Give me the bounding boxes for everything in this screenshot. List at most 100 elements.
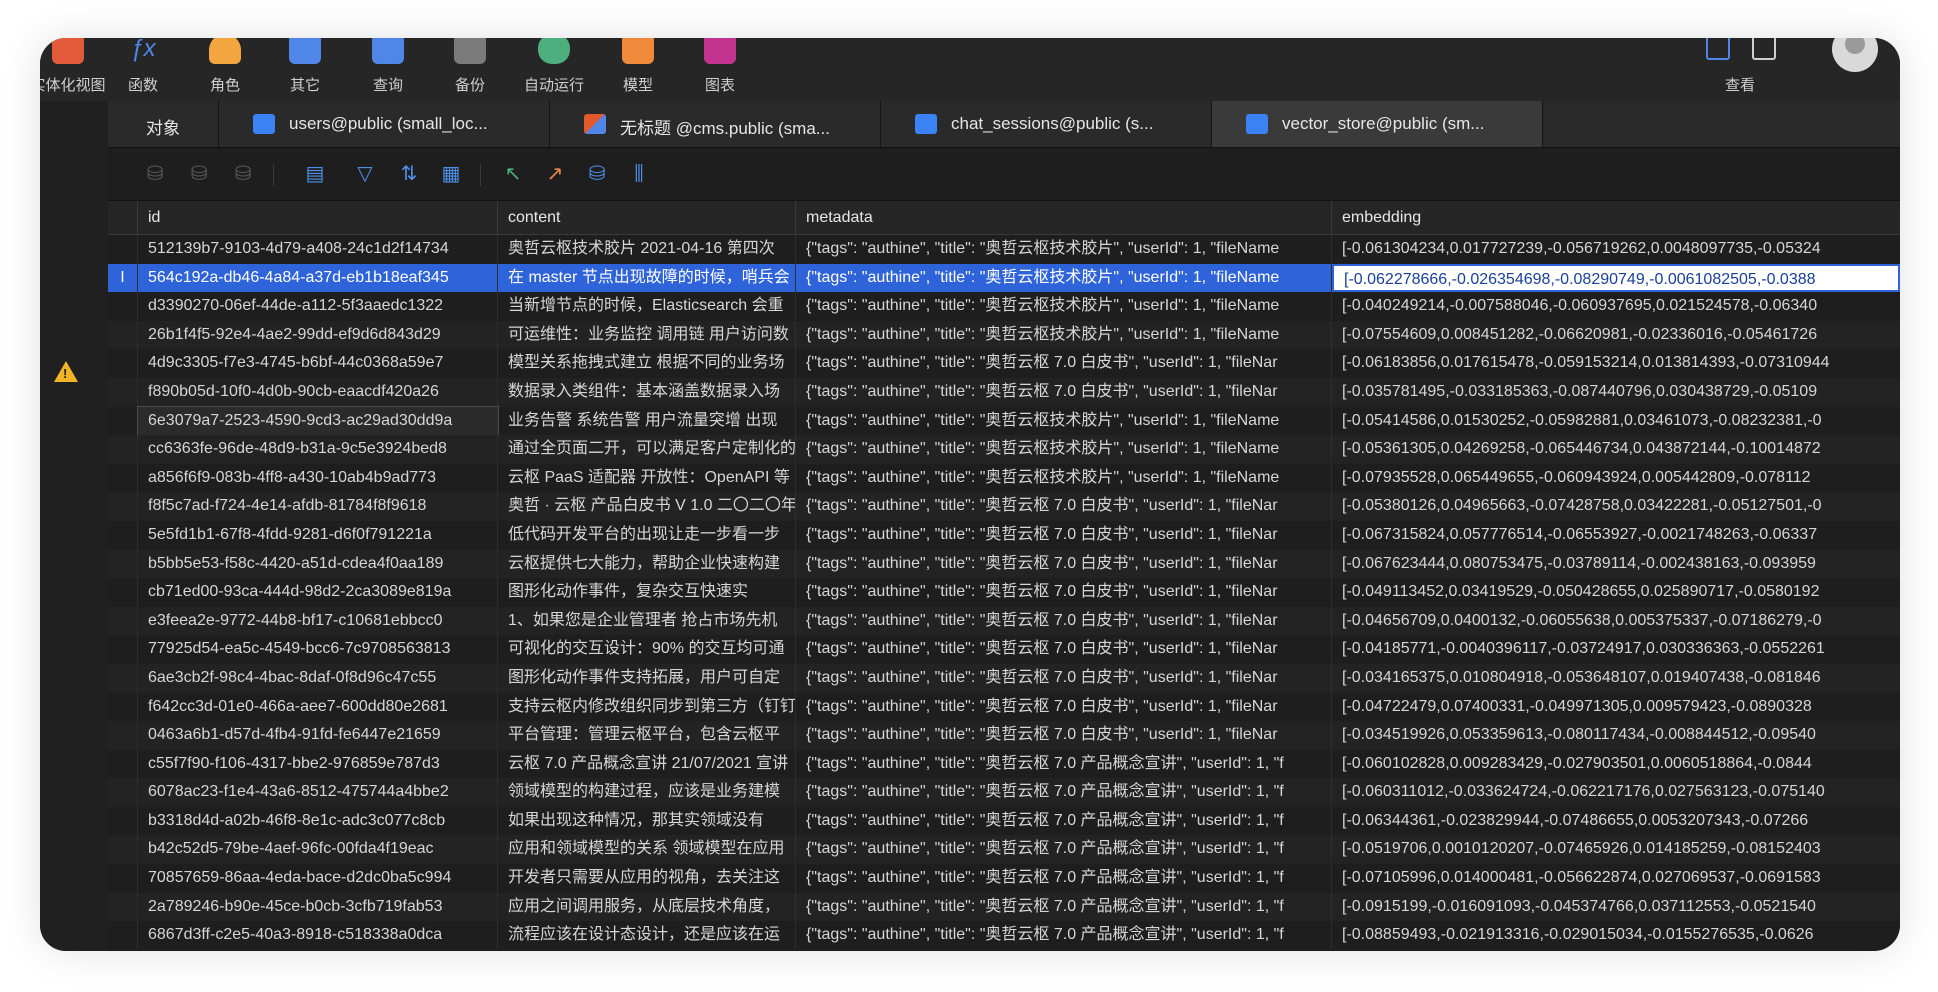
cell-embedding[interactable]: [-0.08859493,-0.021913316,-0.029015034,-… [1332,921,1900,949]
toolbar-view[interactable]: 查看 [1700,38,1780,101]
cell-metadata[interactable]: {"tags": "authine", "title": "奥哲云枢 7.0 白… [796,520,1332,549]
table-row[interactable]: b3318d4d-a02b-46f8-8e1c-adc3c077c8cb 如果出现… [108,806,1900,836]
toolbar-other[interactable]: 其它 [265,38,345,101]
table-row[interactable]: b42c52d5-79be-4aef-96fc-00fda4f19eac 应用和领… [108,835,1900,865]
cell-id[interactable]: b42c52d5-79be-4aef-96fc-00fda4f19eac [138,835,498,864]
cell-metadata[interactable]: {"tags": "authine", "title": "奥哲云枢 7.0 白… [796,692,1332,721]
cell-content[interactable]: 流程应该在设计态设计，还是应该在运 [498,921,796,950]
cell-content[interactable]: 云枢 PaaS 适配器 开放性：OpenAPI 等 [498,463,796,492]
cell-embedding[interactable]: [-0.07935528,0.065449655,-0.060943924,0.… [1332,464,1900,492]
cell-metadata[interactable]: {"tags": "authine", "title": "奥哲云枢 7.0 产… [796,778,1332,807]
cell-content[interactable]: 1、如果您是企业管理者 抢占市场先机 [498,606,796,635]
cell-id[interactable]: 6ae3cb2f-98c4-4bac-8daf-0f8d96c47c55 [138,663,498,692]
cell-id[interactable]: 4d9c3305-f7e3-4745-b6bf-44c0368a59e7 [138,349,498,378]
cell-embedding[interactable]: [-0.060311012,-0.033624724,-0.062217176,… [1332,778,1900,806]
cell-id[interactable]: 0463a6b1-d57d-4fb4-91fd-fe6447e21659 [138,721,498,750]
cell-content[interactable]: 图形化动作事件支持拓展，用户可自定 [498,663,796,692]
toolbar-model[interactable]: 模型 [598,38,678,101]
cell-content[interactable]: 开发者只需要从应用的视角，去关注这 [498,864,796,893]
toolbar-role[interactable]: 角色 [185,38,265,101]
cell-metadata[interactable]: {"tags": "authine", "title": "奥哲云枢 7.0 白… [796,549,1332,578]
cell-embedding[interactable]: [-0.049113452,0.03419529,-0.050428655,0.… [1332,578,1900,606]
table-row[interactable]: 4d9c3305-f7e3-4745-b6bf-44c0368a59e7 模型关系… [108,349,1900,378]
column-header-metadata[interactable]: metadata [796,201,1332,234]
cell-metadata[interactable]: {"tags": "authine", "title": "奥哲云枢 7.0 白… [796,349,1332,378]
table-row[interactable]: 6078ac23-f1e4-43a6-8512-475744a4bbe2 领域模型… [108,778,1900,807]
toolbar-function[interactable]: ƒx 函数 [103,38,183,101]
filter-icon[interactable]: ▽ [352,162,378,186]
cell-metadata[interactable]: {"tags": "authine", "title": "奥哲云枢 7.0 产… [796,749,1332,778]
cell-metadata[interactable]: {"tags": "authine", "title": "奥哲云枢 7.0 产… [796,892,1332,921]
cell-content[interactable]: 云枢提供七大能力，帮助企业快速构建 [498,549,796,578]
cell-content[interactable]: 在 master 节点出现故障的时候，哨兵会 [498,263,796,292]
cell-content[interactable]: 领域模型的构建过程，应该是业务建模 [498,778,796,807]
cell-metadata[interactable]: {"tags": "authine", "title": "奥哲云枢技术胶片",… [796,435,1332,464]
cell-metadata[interactable]: {"tags": "authine", "title": "奥哲云枢技术胶片",… [796,235,1332,263]
cell-embedding[interactable]: [-0.035781495,-0.033185363,-0.087440796,… [1332,378,1900,406]
cell-metadata[interactable]: {"tags": "authine", "title": "奥哲云枢 7.0 产… [796,864,1332,893]
cell-id[interactable]: 6078ac23-f1e4-43a6-8512-475744a4bbe2 [138,778,498,807]
cell-content[interactable]: 通过全页面二开，可以满足客户定制化的 [498,435,796,464]
cell-id[interactable]: a856f6f9-083b-4ff8-a430-10ab4b9ad773 [138,463,498,492]
toolbar-materialized-view[interactable]: 实体化视图 [40,38,108,101]
table-row[interactable]: 70857659-86aa-4eda-bace-d2dc0ba5c994 开发者只… [108,864,1900,893]
apply-changes-icon[interactable]: ⛁ [230,162,256,186]
cell-embedding[interactable]: [-0.034519926,0.053359613,-0.080117434,-… [1332,721,1900,749]
cell-id[interactable]: cc6363fe-96de-48d9-b31a-9c5e3924bed8 [138,435,498,464]
delete-record-icon[interactable]: ⛁ [186,162,212,186]
cell-embedding[interactable]: [-0.0915199,-0.016091093,-0.045374766,0.… [1332,893,1900,921]
toolbar-automation[interactable]: 自动运行 [514,38,594,101]
cell-id[interactable]: b5bb5e53-f58c-4420-a51d-cdea4f0aa189 [138,549,498,578]
cell-content[interactable]: 模型关系拖拽式建立 根据不同的业务场 [498,349,796,378]
tab-chat-sessions[interactable]: chat_sessions@public (s... [881,101,1212,147]
cell-metadata[interactable]: {"tags": "authine", "title": "奥哲云枢 7.0 白… [796,721,1332,750]
panel-toggle-icon[interactable] [1752,38,1776,60]
cell-embedding[interactable]: [-0.061304234,0.017727239,-0.056719262,0… [1332,235,1900,263]
cell-metadata[interactable]: {"tags": "authine", "title": "奥哲云枢技术胶片",… [796,320,1332,349]
cell-metadata[interactable]: {"tags": "authine", "title": "奥哲云枢技术胶片",… [796,263,1332,292]
cell-embedding[interactable]: [-0.05414586,0.01530252,-0.05982881,0.03… [1332,407,1900,435]
cell-id[interactable]: b3318d4d-a02b-46f8-8e1c-adc3c077c8cb [138,806,498,835]
cell-metadata[interactable]: {"tags": "authine", "title": "奥哲云枢 7.0 白… [796,578,1332,607]
cell-metadata[interactable]: {"tags": "authine", "title": "奥哲云枢技术胶片",… [796,406,1332,435]
column-header-content[interactable]: content [498,201,796,234]
cell-embedding[interactable]: [-0.0519706,0.0010120207,-0.07465926,0.0… [1332,835,1900,863]
table-row[interactable]: I 564c192a-db46-4a84-a37d-eb1b18eaf345 在 m… [108,263,1900,293]
cell-metadata[interactable]: {"tags": "authine", "title": "奥哲云枢 7.0 白… [796,606,1332,635]
table-row[interactable]: 6ae3cb2f-98c4-4bac-8daf-0f8d96c47c55 图形化动… [108,663,1900,693]
cell-metadata[interactable]: {"tags": "authine", "title": "奥哲云枢 7.0 产… [796,835,1332,864]
cell-embedding[interactable]: [-0.060102828,0.009283429,-0.027903501,0… [1332,750,1900,778]
cell-content[interactable]: 低代码开发平台的出现让走一步看一步 [498,520,796,549]
cell-id[interactable]: 5e5fd1b1-67f8-4fdd-9281-d6f0f791221a [138,520,498,549]
cell-metadata[interactable]: {"tags": "authine", "title": "奥哲云枢 7.0 产… [796,806,1332,835]
cell-embedding[interactable]: [-0.04185771,-0.0040396117,-0.03724917,0… [1332,635,1900,663]
cell-embedding[interactable]: [-0.04656709,0.0400132,-0.06055638,0.005… [1332,607,1900,635]
cell-content[interactable]: 支持云枢内修改组织同步到第三方（钉钉 [498,692,796,721]
cell-embedding[interactable]: [-0.040249214,-0.007588046,-0.060937695,… [1332,292,1900,320]
cell-content[interactable]: 数据录入类组件：基本涵盖数据录入场 [498,377,796,406]
table-row[interactable]: f8f5c7ad-f724-4e14-afdb-81784f8f9618 奥哲 ·… [108,492,1900,521]
cell-metadata[interactable]: {"tags": "authine", "title": "奥哲云枢技术胶片",… [796,463,1332,492]
cell-id[interactable]: 6e3079a7-2523-4590-9cd3-ac29ad30dd9a [137,405,499,436]
cell-content[interactable]: 平台管理：管理云枢平台，包含云枢平 [498,721,796,750]
cell-embedding[interactable]: [-0.07105996,0.014000481,-0.056622874,0.… [1332,864,1900,892]
cell-id[interactable]: e3feea2e-9772-44b8-bf17-c10681ebbcc0 [138,606,498,635]
toolbar-query[interactable]: 查询 [348,38,428,101]
export-icon[interactable]: ↗ [542,162,568,186]
cell-embedding[interactable]: [-0.067623444,0.080753475,-0.03789114,-0… [1332,550,1900,578]
table-row[interactable]: a856f6f9-083b-4ff8-a430-10ab4b9ad773 云枢 P… [108,463,1900,493]
cell-content[interactable]: 业务告警 系统告警 用户流量突增 出现 [498,406,796,435]
cell-metadata[interactable]: {"tags": "authine", "title": "奥哲云枢 7.0 产… [796,921,1332,950]
cell-id[interactable]: f8f5c7ad-f724-4e14-afdb-81784f8f9618 [138,492,498,521]
table-row[interactable]: d3390270-06ef-44de-a112-5f3aaedc1322 当新增节… [108,292,1900,321]
cell-content[interactable]: 应用之间调用服务，从底层技术角度， [498,892,796,921]
cell-content[interactable]: 奥哲 · 云枢 产品白皮书 V 1.0 二〇二〇年 [498,492,796,521]
add-record-icon[interactable]: ⛁ [142,162,168,186]
cell-embedding[interactable]: [-0.07554609,0.008451282,-0.06620981,-0.… [1332,321,1900,349]
table-row[interactable]: 6e3079a7-2523-4590-9cd3-ac29ad30dd9a 业务告警… [108,405,1900,436]
table-row[interactable]: f642cc3d-01e0-466a-aee7-600dd80e2681 支持云枢… [108,692,1900,722]
cell-content[interactable]: 图形化动作事件，复杂交互快速实 [498,578,796,607]
cell-id[interactable]: c55f7f90-f106-4317-bbe2-976859e787d3 [138,749,498,778]
cell-content[interactable]: 奥哲云枢技术胶片 2021-04-16 第四次 [498,235,796,263]
avatar[interactable] [1832,38,1878,72]
